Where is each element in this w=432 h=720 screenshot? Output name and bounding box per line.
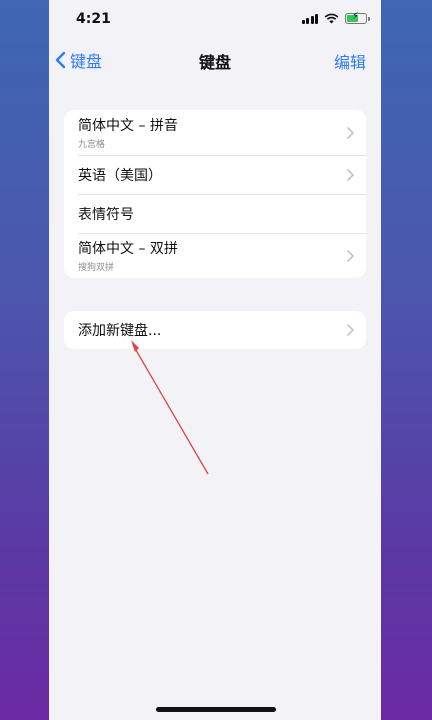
iphone-screen: 4:21 ⚡ 键盘 键盘 编辑 简体中文 – 拼音 九宫格 英语（美国） 表情符… (49, 0, 381, 720)
annotation-arrow (131, 340, 209, 475)
home-indicator (156, 707, 276, 712)
